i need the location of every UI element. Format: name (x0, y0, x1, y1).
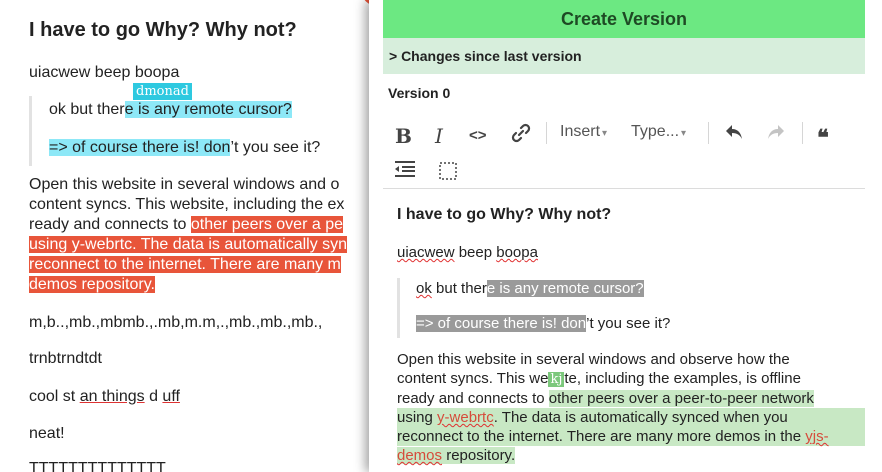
outdent-icon[interactable] (395, 160, 415, 184)
bold-icon[interactable]: B (395, 124, 412, 148)
toolbar-separator (708, 122, 709, 144)
paragraph-line: using y-webrtc. The data is automaticall… (29, 235, 370, 255)
text-line[interactable]: uiacwew beep boopa (29, 64, 179, 82)
chevron-down-icon: ▾ (681, 128, 687, 139)
remote-selection: other peers over a pe (190, 216, 343, 233)
diff-selection: e is any remote cursor? (486, 280, 644, 297)
document-title[interactable]: I have to go Why? Why not? (29, 19, 297, 42)
blockquote-bar (29, 96, 32, 166)
spellcheck-word: y-webrtc (437, 409, 494, 426)
paragraph-line: reconnect to the internet. There are man… (397, 427, 865, 446)
paragraph-line: ready and connects to other peers over a… (29, 215, 370, 235)
text: but ther (431, 280, 487, 297)
select-node-icon[interactable] (439, 162, 457, 186)
paragraph-line: ready and connects to other peers over a… (397, 389, 865, 408)
create-version-button[interactable]: Create Version (383, 0, 865, 38)
text: beep (454, 244, 497, 261)
text: cool st (29, 388, 80, 405)
remote-selection: demos repository. (29, 276, 155, 293)
quote-text: ’t you see it? (230, 139, 321, 156)
text-line[interactable]: m,b..,mb.,mbmb.,.mb,m.m,.,mb.,mb.,mb., (29, 314, 322, 332)
insert-dropdown[interactable]: Insert ▾ (560, 123, 607, 141)
editor-toolbar: B I <> Insert ▾ Type... ▾ ❝ (383, 114, 865, 189)
undo-icon[interactable] (723, 121, 745, 149)
paragraph-line: demos repository. (397, 446, 865, 465)
paragraph-line: content syncs. This we kj te, including th… (397, 369, 865, 389)
remote-selection: e is any remote cursor? (124, 101, 292, 118)
text: ’t you see it? (586, 315, 671, 332)
text-line[interactable]: cool st an things d uff (29, 388, 180, 406)
paragraph-line: Open this website in several windows and… (397, 351, 790, 368)
text: te, including the examples, is offline (564, 370, 801, 387)
code-icon[interactable]: <> (469, 124, 487, 148)
preview-title: I have to go Why? Why not? (397, 206, 612, 223)
text: . The data is automatically synced when … (493, 409, 788, 426)
text: repository. (442, 447, 516, 464)
text: content syncs. This we (397, 370, 549, 387)
remote-selection: reconnect to the internet. There are man… (29, 256, 341, 273)
text: d (144, 388, 163, 405)
chevron-down-icon: ▾ (602, 128, 608, 139)
text-line[interactable]: TTTTTTTTTTTTTT (29, 460, 166, 472)
spellcheck-word: an things (79, 388, 145, 405)
quote-line[interactable]: ok but there is any remote cursor? (49, 101, 292, 119)
quote-text: ok but ther (49, 101, 125, 118)
remote-selection: using y-webrtc. The data is automaticall… (29, 236, 348, 253)
link-icon[interactable] (511, 123, 531, 149)
paragraph-line: demos repository. (29, 275, 370, 295)
remote-cursor-label: kj (548, 372, 565, 387)
block-type-dropdown[interactable]: Type... ▾ (631, 123, 686, 141)
italic-icon[interactable]: I (435, 124, 443, 148)
version-label[interactable]: Version 0 (388, 85, 450, 101)
preview-paragraph: Open this website in several windows and… (397, 350, 865, 465)
diff-selection: => of course there is! don (416, 315, 587, 332)
text: ready and connects to (397, 390, 549, 407)
insert-label: Insert (560, 123, 601, 140)
spellcheck-word: ok (416, 280, 432, 297)
paragraph-line: Open this website in several windows and… (29, 176, 340, 193)
paragraph-line: using y-webrtc. The data is automaticall… (397, 408, 865, 427)
text: reconnect to the internet. There are man… (397, 428, 806, 445)
blockquote-icon[interactable]: ❝ (817, 126, 829, 150)
spellcheck-word: yjs- (805, 428, 829, 445)
type-label: Type... (631, 123, 680, 140)
spellcheck-word: demos (397, 447, 443, 464)
spellcheck-word: uff (162, 388, 180, 405)
preview-quote-line: ok but there is any remote cursor? (416, 280, 644, 297)
toolbar-separator (802, 122, 803, 144)
text-line[interactable]: trnbtrndtdt (29, 350, 102, 368)
diff-insertion: other peers over a peer-to-peer network (548, 390, 814, 407)
redo-icon[interactable] (765, 121, 787, 149)
preview-line: uiacwew beep boopa (397, 244, 538, 261)
collaborative-editor[interactable]: I have to go Why? Why not? uiacwew beep … (0, 0, 370, 472)
remote-selection: => of course there is! don (49, 139, 231, 156)
paragraph-text: ready and connects to (29, 216, 191, 233)
text-line[interactable]: neat! (29, 425, 65, 443)
blockquote-bar (397, 278, 400, 338)
quote-line[interactable]: => of course there is! don’t you see it? (49, 139, 320, 157)
spellcheck-word: boopa (496, 244, 538, 261)
remote-cursor-label: dmonad (133, 83, 192, 100)
text: using (397, 409, 438, 426)
paragraph[interactable]: Open this website in several windows and… (29, 175, 370, 295)
changes-since-last-version-toggle[interactable]: > Changes since last version (383, 38, 865, 74)
toolbar-separator (546, 122, 547, 144)
paragraph-line: content syncs. This website, including t… (29, 196, 345, 213)
spellcheck-word: uiacwew (397, 244, 455, 261)
preview-quote-line: => of course there is! don’t you see it? (416, 315, 670, 332)
paragraph-line: reconnect to the internet. There are man… (29, 255, 370, 275)
